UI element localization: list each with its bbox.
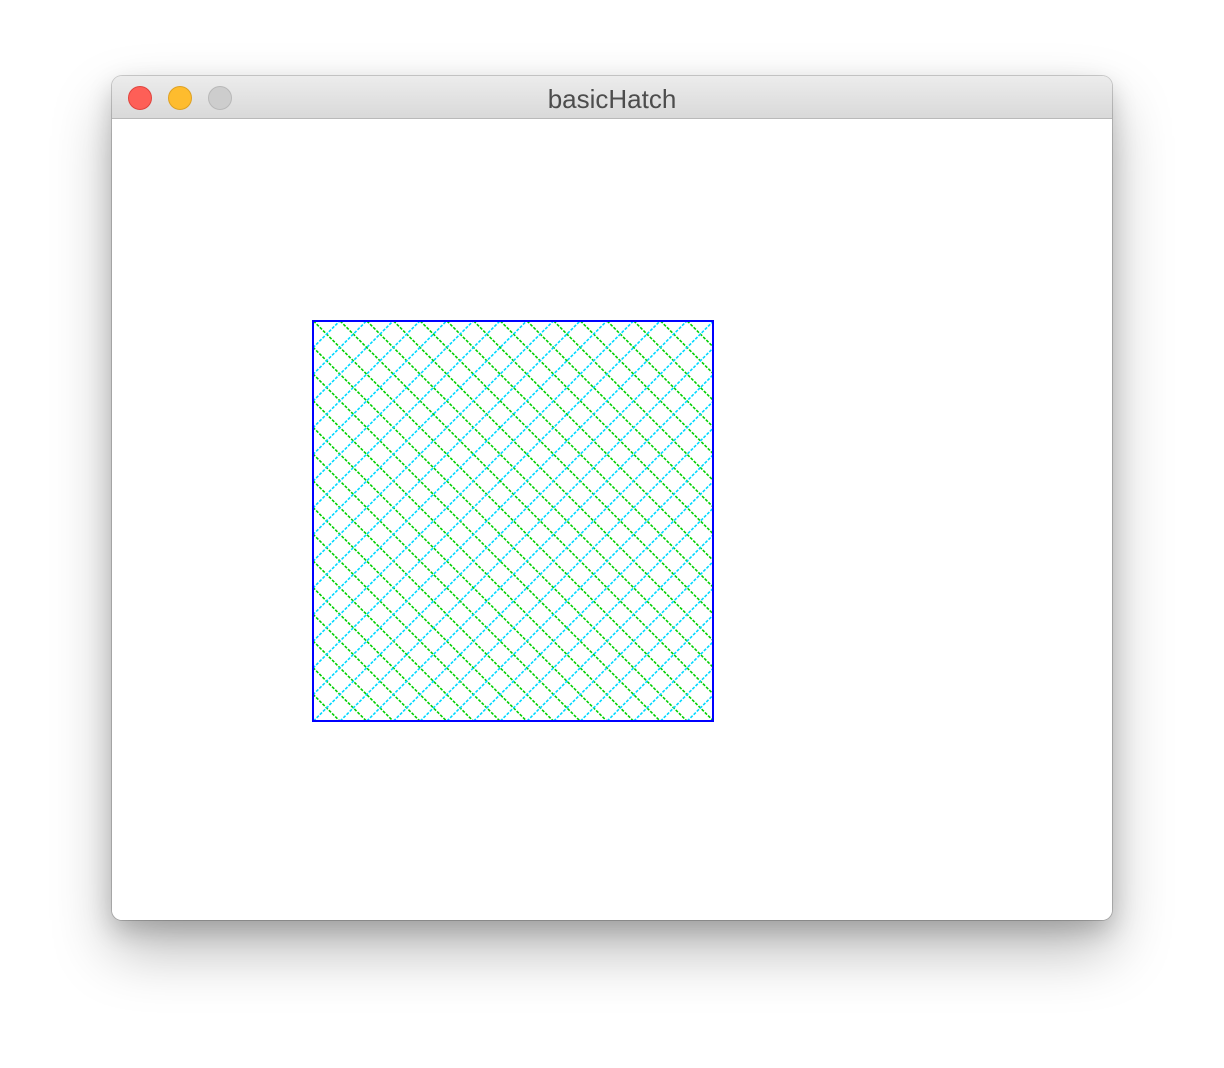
canvas-area <box>112 120 1112 920</box>
hatch-line <box>312 320 714 722</box>
app-window: basicHatch <box>112 76 1112 920</box>
window-title: basicHatch <box>547 84 677 114</box>
hatch-line <box>312 320 501 509</box>
square-outline <box>312 320 714 722</box>
title-bar[interactable]: basicHatch <box>112 76 1112 119</box>
hatch-lines <box>312 320 714 722</box>
hatch-line <box>526 534 714 722</box>
hatched-square <box>312 320 714 722</box>
hatch-line <box>312 320 528 536</box>
hatch-line <box>312 320 714 722</box>
